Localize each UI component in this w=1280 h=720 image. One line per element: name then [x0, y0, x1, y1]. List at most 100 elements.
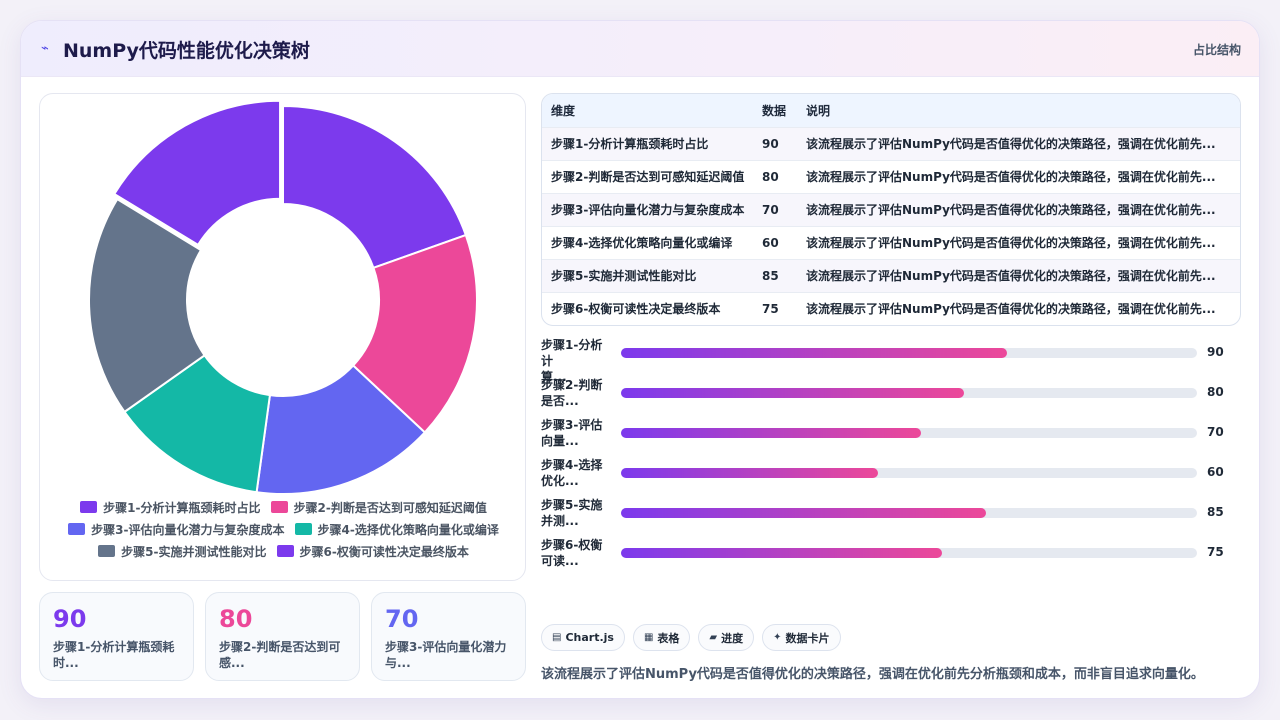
table-cell-description: 该流程展示了评估NumPy代码是否值得优化的决策路径，强调在优化前先...: [806, 170, 1216, 184]
stat-card: 90 步骤1-分析计算瓶颈耗时...: [39, 592, 194, 681]
progress-fill: [621, 428, 922, 438]
progress-value: 75: [1207, 545, 1224, 559]
chip-chart[interactable]: ▤ Chart.js: [541, 624, 625, 651]
stat-label: 步骤2-判断是否达到可感...: [219, 640, 341, 670]
progress-label-line2: 向量...: [541, 434, 579, 448]
progress-label: 步骤5-实施 并测...: [541, 497, 613, 529]
doughnut-chart: [88, 99, 478, 494]
legend-label: 步骤2-判断是否达到可感知延迟阈值: [293, 500, 487, 515]
table-cell-dimension: 步骤6-权衡可读性决定最终版本: [551, 302, 721, 317]
progress-track: [621, 468, 1197, 478]
legend-swatch: [276, 545, 294, 557]
sparkle-icon: ✦: [773, 632, 782, 643]
progress-value: 80: [1207, 385, 1224, 399]
legend-item[interactable]: 步骤2-判断是否达到可感知延迟阈值: [270, 499, 487, 516]
legend-label: 步骤6-权衡可读性决定最终版本: [299, 544, 469, 559]
progress-track: [621, 348, 1197, 358]
progress-label: 步骤3-评估 向量...: [541, 417, 613, 449]
chart-type-tag: 占比结构: [1192, 43, 1241, 57]
table-header-row: 维度 数据 说明: [542, 94, 1240, 127]
progress-row: 步骤5-实施 并测... 85: [541, 493, 1241, 533]
progress-label-line1: 步骤4-选择: [541, 458, 603, 472]
progress-value: 90: [1207, 345, 1224, 359]
header-bar: ⌁ NumPy代码性能优化决策树 占比结构: [21, 21, 1259, 77]
table-cell-dimension: 步骤5-实施并测试性能对比: [551, 269, 697, 283]
table-cell-dimension: 步骤2-判断是否达到可感知延迟阈值: [551, 170, 745, 184]
table-cell-data: 60: [762, 235, 779, 250]
chip-label: 表格: [657, 631, 680, 645]
legend-swatch: [294, 523, 312, 535]
table-cell-description: 该流程展示了评估NumPy代码是否值得优化的决策路径，强调在优化前先...: [806, 269, 1216, 283]
stat-card: 80 步骤2-判断是否达到可感...: [205, 592, 360, 681]
progress-label-line1: 步骤2-判断: [541, 378, 603, 392]
doughnut-chart-panel: 步骤1-分析计算瓶颈耗时占比 步骤2-判断是否达到可感知延迟阈值 步骤3-评估向量化…: [39, 93, 526, 581]
stat-value: 90: [53, 605, 87, 633]
stat-label: 步骤1-分析计算瓶颈耗时...: [53, 640, 175, 670]
progress-label-line1: 步骤5-实施: [541, 498, 603, 512]
table-cell-data: 80: [762, 169, 779, 184]
table-cell-dimension: 步骤1-分析计算瓶颈耗时占比: [551, 137, 709, 151]
table-header-dimension: 维度: [551, 103, 576, 118]
progress-fill: [621, 468, 879, 478]
data-table: 维度 数据 说明 步骤1-分析计算瓶颈耗时占比 90 该流程展示了评估NumPy代码…: [541, 93, 1241, 326]
chip-progress[interactable]: ▰ 进度: [698, 624, 755, 651]
table-cell-dimension: 步骤3-评估向量化潜力与复杂度成本: [551, 203, 745, 217]
table-row: 步骤6-权衡可读性决定最终版本 75 该流程展示了评估NumPy代码是否值得优化的决…: [542, 292, 1240, 325]
legend-item[interactable]: 步骤4-选择优化策略向量化或编译: [294, 521, 499, 538]
progress-label-line1: 步骤1-分析计: [541, 338, 603, 368]
progress-label: 步骤2-判断 是否...: [541, 377, 613, 409]
table-cell-data: 85: [762, 268, 779, 283]
doughnut-slice-1[interactable]: [282, 104, 468, 270]
dashboard-card: ⌁ NumPy代码性能优化决策树 占比结构 步骤1-分析计算瓶颈耗时占比步骤2-…: [20, 20, 1260, 699]
chip-sparkle[interactable]: ✦ 数据卡片: [762, 624, 841, 651]
progress-row: 步骤2-判断 是否... 80: [541, 373, 1241, 413]
chip-table[interactable]: ▦ 表格: [632, 624, 691, 651]
legend-label: 步骤5-实施并测试性能对比: [121, 544, 267, 559]
table-row: 步骤5-实施并测试性能对比 85 该流程展示了评估NumPy代码是否值得优化的决策路…: [542, 259, 1240, 292]
progress-value: 85: [1207, 505, 1224, 519]
table-cell-description: 该流程展示了评估NumPy代码是否值得优化的决策路径，强调在优化前先...: [806, 137, 1216, 151]
legend-swatch: [270, 501, 288, 513]
table-row: 步骤2-判断是否达到可感知延迟阈值 80 该流程展示了评估NumPy代码是否值得优化…: [542, 160, 1240, 193]
progress-fill: [621, 348, 1007, 358]
progress-label-line1: 步骤6-权衡: [541, 538, 603, 552]
progress-fill: [621, 508, 986, 518]
stat-value: 80: [219, 605, 253, 633]
legend-label: 步骤4-选择优化策略向量化或编译: [317, 522, 499, 537]
legend-swatch: [98, 545, 116, 557]
feature-chips: ▤ Chart.js ▦ 表格 ▰ 进度 ✦ 数据卡片: [541, 624, 841, 651]
legend-item[interactable]: 步骤5-实施并测试性能对比: [98, 543, 267, 560]
progress-label: 步骤6-权衡 可读...: [541, 537, 613, 569]
legend-item[interactable]: 步骤6-权衡可读性决定最终版本: [276, 543, 469, 560]
chart-icon: ▤: [552, 632, 562, 643]
legend-item[interactable]: 步骤3-评估向量化潜力与复杂度成本: [68, 521, 285, 538]
progress-fill: [621, 548, 943, 558]
progress-track: [621, 508, 1197, 518]
progress-row: 步骤4-选择 优化... 60: [541, 453, 1241, 493]
progress-value: 70: [1207, 425, 1224, 439]
stat-card: 70 步骤3-评估向量化潜力与...: [371, 592, 526, 681]
progress-track: [621, 388, 1197, 398]
stat-value: 70: [385, 605, 419, 633]
table-header-data: 数据: [762, 103, 787, 118]
legend-swatch: [80, 501, 98, 513]
table-row: 步骤3-评估向量化潜力与复杂度成本 70 该流程展示了评估NumPy代码是否值得优化…: [542, 193, 1240, 226]
progress-label: 步骤4-选择 优化...: [541, 457, 613, 489]
progress-row: 步骤1-分析计 算... 90: [541, 333, 1241, 384]
chip-label: Chart.js: [565, 631, 614, 644]
chip-label: 数据卡片: [785, 631, 830, 645]
table-cell-description: 该流程展示了评估NumPy代码是否值得优化的决策路径，强调在优化前先...: [806, 236, 1216, 250]
legend-label: 步骤3-评估向量化潜力与复杂度成本: [91, 522, 285, 537]
table-cell-dimension: 步骤4-选择优化策略向量化或编译: [551, 236, 733, 250]
progress-value: 60: [1207, 465, 1224, 479]
legend-item[interactable]: 步骤1-分析计算瓶颈耗时占比: [80, 499, 261, 516]
chip-label: 进度: [721, 631, 744, 645]
progress-icon: ▰: [709, 632, 718, 643]
chart-line-icon: ⌁: [41, 41, 49, 56]
progress-track: [621, 428, 1197, 438]
progress-label-line2: 可读...: [541, 554, 579, 568]
progress-label-line2: 并测...: [541, 514, 579, 528]
chart-legend: 步骤1-分析计算瓶颈耗时占比 步骤2-判断是否达到可感知延迟阈值 步骤3-评估向量化…: [40, 496, 527, 562]
table-cell-data: 75: [762, 301, 779, 316]
legend-swatch: [68, 523, 86, 535]
